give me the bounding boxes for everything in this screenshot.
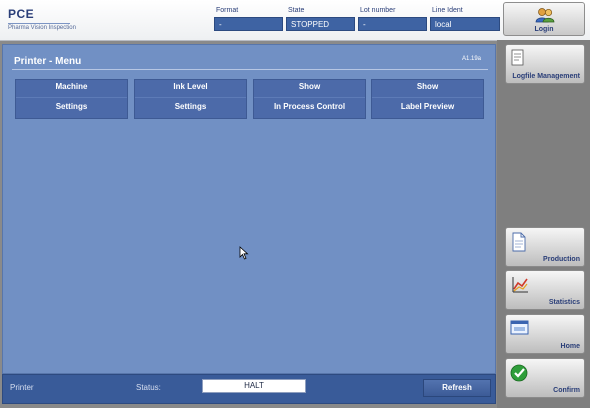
users-icon — [535, 7, 555, 28]
button-line1: Machine — [55, 82, 88, 91]
confirm-button[interactable]: Confirm — [505, 358, 585, 398]
home-label: Home — [560, 343, 580, 350]
button-line2: Settings — [174, 102, 207, 111]
production-label: Production — [543, 256, 580, 263]
button-divider — [254, 97, 365, 98]
confirm-label: Confirm — [553, 387, 580, 394]
lot-number-field: Lot number - — [358, 6, 427, 31]
button-line2: Settings — [55, 102, 88, 111]
logo-title: PCE — [8, 7, 35, 21]
status-value: HALT — [202, 379, 306, 393]
button-line2: Label Preview — [400, 102, 455, 111]
logo-subtitle: Pharma Vision Inspection — [8, 25, 76, 31]
button-divider — [16, 97, 127, 98]
logfile-management-label: Logfile Management — [512, 73, 580, 80]
header-bar: PCE Pharma Vision Inspection Format - St… — [0, 0, 590, 41]
state-value: STOPPED — [286, 17, 355, 31]
page-title: Printer - Menu — [14, 56, 82, 67]
ink-level-settings-button[interactable]: Ink Level Settings — [134, 79, 247, 119]
statistics-label: Statistics — [548, 299, 580, 306]
login-label: Login — [534, 26, 554, 33]
line-ident-field: Line Ident local — [430, 6, 500, 31]
logfile-management-button[interactable]: Logfile Management — [505, 44, 585, 84]
button-line1: Show — [298, 82, 321, 91]
button-line1: Ink Level — [173, 82, 208, 91]
state-label: State — [288, 7, 305, 14]
refresh-button[interactable]: Refresh — [423, 379, 491, 397]
line-ident-label: Line Ident — [432, 7, 463, 14]
format-label: Format — [216, 7, 239, 14]
lot-number-label: Lot number — [360, 7, 396, 14]
logfile-icon — [510, 49, 526, 72]
printer-label: Printer — [10, 383, 34, 392]
status-label: Status: — [136, 383, 161, 392]
statistics-button[interactable]: Statistics — [505, 270, 585, 310]
logo-underline — [8, 23, 70, 24]
chart-icon — [510, 275, 530, 300]
label-preview-button[interactable]: Show Label Preview — [371, 79, 484, 119]
machine-settings-button[interactable]: Machine Settings — [15, 79, 128, 119]
lot-number-value: - — [358, 17, 427, 31]
line-ident-value: local — [430, 17, 500, 31]
format-value: - — [214, 17, 283, 31]
button-line1: Show — [416, 82, 439, 91]
format-field: Format - — [214, 6, 283, 31]
in-process-control-button[interactable]: Show In Process Control — [253, 79, 366, 119]
login-button[interactable]: Login — [503, 2, 585, 36]
mouse-pointer-icon — [239, 246, 249, 265]
document-icon — [510, 232, 528, 257]
button-line2: In Process Control — [273, 102, 346, 111]
window-icon — [510, 319, 530, 342]
home-button[interactable]: Home — [505, 314, 585, 354]
pce-logo: PCE Pharma Vision Inspection — [8, 8, 76, 32]
production-button[interactable]: Production — [505, 227, 585, 267]
checkmark-icon — [510, 363, 530, 388]
title-divider — [12, 69, 488, 70]
button-divider — [372, 97, 483, 98]
state-field: State STOPPED — [286, 6, 355, 31]
version-label: A1.19a — [462, 56, 482, 62]
button-divider — [135, 97, 246, 98]
